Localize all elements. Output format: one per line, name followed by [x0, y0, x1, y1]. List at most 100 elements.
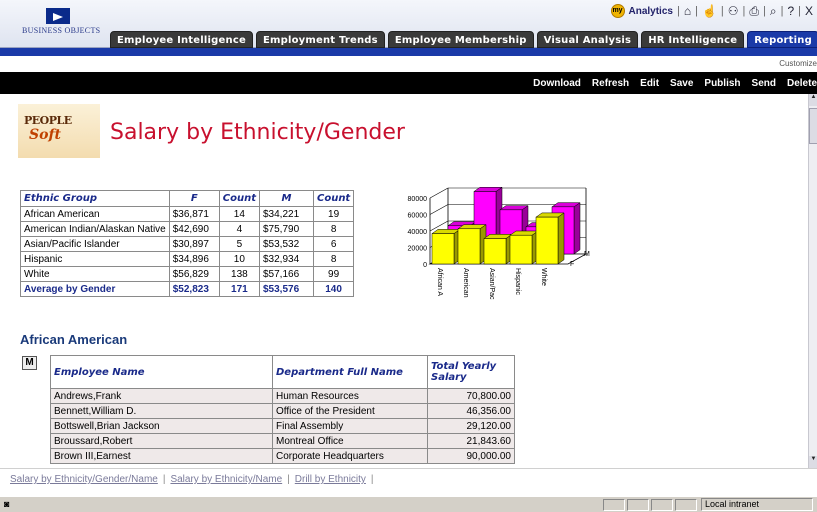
page-status-icon: ◙	[4, 499, 10, 509]
vertical-scrollbar[interactable]: ▲ ▼	[808, 94, 817, 468]
x-tick-label: Hispanic	[514, 268, 521, 295]
link-separator: |	[370, 474, 374, 485]
hand-icon[interactable]: ☝	[702, 4, 717, 18]
employee-name-cell: Broussard,Robert	[50, 433, 273, 449]
business-objects-logo[interactable]: BUSINESS OBJECTS	[22, 8, 102, 42]
bar-f	[431, 233, 455, 265]
salary-cell: 29,120.00	[427, 418, 515, 434]
x-tick-label: African A	[436, 268, 443, 296]
bar-f-side	[557, 212, 565, 265]
male-count-cell: 8	[312, 221, 355, 237]
grid-diagonal	[429, 187, 449, 199]
bar-f	[457, 228, 481, 265]
col-male: M	[258, 190, 314, 207]
col-total-salary: Total Yearly Salary	[427, 355, 515, 389]
ethnic-group-cell: White	[20, 266, 170, 282]
link-separator: |	[287, 474, 290, 485]
department-cell: Montreal Office	[272, 433, 428, 449]
link-salary-ethnicity-gender-name[interactable]: Salary by Ethnicity/Gender/Name	[10, 474, 158, 485]
y-tick-label: 60000	[408, 213, 428, 220]
summary-table: Ethnic Group F Count M Count African Ame…	[20, 190, 355, 297]
male-salary-cell: $57,166	[258, 266, 314, 282]
female-salary-cell: $42,690	[168, 221, 220, 237]
detail-header-row: Employee Name Department Full Name Total…	[50, 355, 515, 389]
printer-icon[interactable]: ⎙	[749, 4, 759, 19]
status-pane	[651, 499, 673, 511]
tab-visual-analysis[interactable]: Visual Analysis	[536, 31, 639, 48]
delete-button[interactable]: Delete	[787, 78, 817, 89]
table-row: Brown III,Earnest Corporate Headquarters…	[50, 448, 515, 464]
main-tabs: Employee Intelligence Employment Trends …	[110, 31, 817, 48]
col-ethnic-group: Ethnic Group	[20, 190, 170, 207]
home-icon[interactable]: ⌂	[684, 4, 691, 18]
salary-cell: 90,000.00	[427, 448, 515, 464]
salary-bar-chart: 80000 60000 40000 20000 0 African A American As…	[408, 186, 590, 300]
col-female: F	[168, 190, 220, 207]
series-label-f: F	[570, 261, 574, 268]
female-total-count-cell: 171	[218, 281, 260, 297]
employee-name-cell: Bennett,William D.	[50, 403, 273, 419]
tab-employee-intelligence[interactable]: Employee Intelligence	[110, 31, 253, 48]
customize-link[interactable]: Customize	[779, 59, 817, 68]
brand-label: Analytics	[628, 5, 673, 17]
male-total-count-cell: 140	[312, 281, 355, 297]
logo-line-2: Soft	[29, 127, 61, 143]
help-icon[interactable]: ?	[787, 4, 794, 18]
gender-toggle-button[interactable]: M	[22, 356, 37, 370]
department-cell: Human Resources	[272, 388, 428, 404]
browser-status-bar: ◙ Local intranet	[0, 496, 817, 512]
edit-button[interactable]: Edit	[640, 78, 659, 89]
male-count-cell: 19	[312, 206, 355, 222]
header-divider	[0, 48, 817, 56]
employee-name-cell: Bottswell,Brian Jackson	[50, 418, 273, 434]
salary-cell: 21,843.60	[427, 433, 515, 449]
scroll-up-icon[interactable]: ▲	[809, 94, 817, 106]
logo-text: BUSINESS OBJECTS	[22, 26, 101, 35]
link-drill-by-ethnicity[interactable]: Drill by Ethnicity	[295, 474, 366, 485]
save-button[interactable]: Save	[670, 78, 693, 89]
people-icon[interactable]: ⚇	[728, 4, 739, 18]
bar-f	[535, 216, 559, 265]
department-cell: Final Assembly	[272, 418, 428, 434]
publish-button[interactable]: Publish	[704, 78, 740, 89]
report-content: PEOPLE Soft Salary by Ethnicity/Gender E…	[0, 94, 808, 468]
table-row: Bennett,William D. Office of the Preside…	[50, 403, 515, 419]
ethnic-group-cell: African American	[20, 206, 170, 222]
search-icon[interactable]: ⌕	[770, 4, 777, 19]
col-male-count: Count	[312, 190, 355, 207]
scroll-thumb[interactable]	[809, 108, 817, 144]
status-pane	[603, 499, 625, 511]
female-count-cell: 138	[218, 266, 260, 282]
link-salary-ethnicity-name[interactable]: Salary by Ethnicity/Name	[170, 474, 282, 485]
male-salary-cell: $34,221	[258, 206, 314, 222]
male-salary-cell: $32,934	[258, 251, 314, 267]
tab-hr-intelligence[interactable]: HR Intelligence	[641, 31, 745, 48]
report-links-bar: Salary by Ethnicity/Gender/Name | Salary…	[0, 468, 817, 496]
ethnic-group-cell: Asian/Pacific Islander	[20, 236, 170, 252]
tab-employee-membership[interactable]: Employee Membership	[387, 31, 534, 48]
grid-diagonal	[429, 204, 449, 215]
tab-reporting[interactable]: Reporting	[747, 31, 817, 48]
average-label-cell: Average by Gender	[20, 281, 170, 297]
status-pane	[675, 499, 697, 511]
scroll-down-icon[interactable]: ▼	[809, 456, 817, 468]
female-salary-cell: $56,829	[168, 266, 220, 282]
employee-name-cell: Brown III,Earnest	[50, 448, 273, 464]
download-button[interactable]: Download	[533, 78, 581, 89]
female-count-cell: 4	[218, 221, 260, 237]
table-row: Andrews,Frank Human Resources 70,800.00	[50, 388, 515, 404]
male-count-cell: 99	[312, 266, 355, 282]
summary-row: African American $36,871 14 $34,221 19	[20, 206, 355, 222]
female-count-cell: 10	[218, 251, 260, 267]
send-button[interactable]: Send	[752, 78, 776, 89]
summary-row: White $56,829 138 $57,166 99	[20, 266, 355, 282]
y-tick-label: 20000	[408, 246, 428, 253]
summary-header-row: Ethnic Group F Count M Count	[20, 190, 355, 207]
y-tick-label: 40000	[408, 229, 428, 236]
employee-detail-table: Employee Name Department Full Name Total…	[50, 355, 515, 464]
refresh-button[interactable]: Refresh	[592, 78, 629, 89]
tab-employment-trends[interactable]: Employment Trends	[255, 31, 385, 48]
top-toolbar: my Analytics | ⌂ | ☝ | ⚇ | ⎙ | ⌕ | ? | X	[610, 3, 813, 19]
average-row: Average by Gender $52,823 171 $53,576 14…	[20, 281, 355, 297]
close-icon[interactable]: X	[805, 4, 813, 18]
